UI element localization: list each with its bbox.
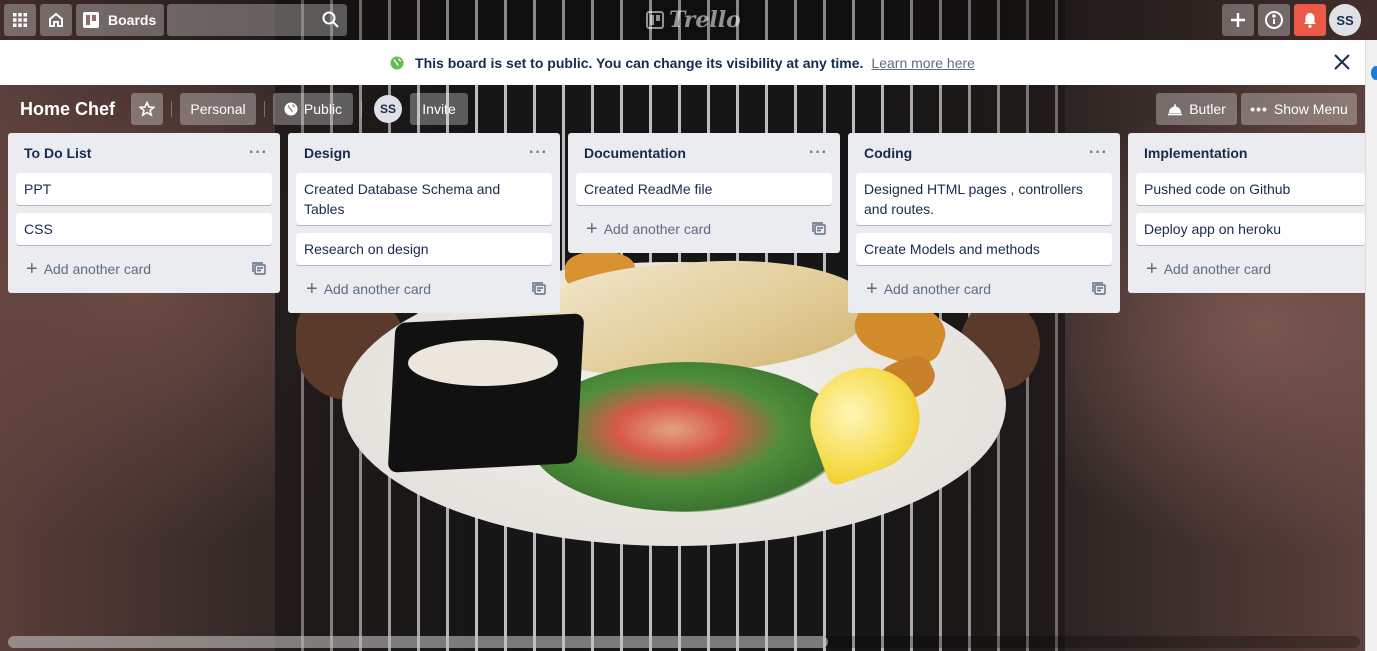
- card-template-icon[interactable]: [252, 262, 266, 276]
- plus-icon: +: [306, 278, 318, 300]
- list-header[interactable]: Documentation ···: [576, 133, 832, 173]
- list-header[interactable]: Coding ···: [856, 133, 1112, 173]
- trello-logo[interactable]: Trello: [646, 7, 741, 33]
- info-button[interactable]: [1258, 4, 1290, 36]
- card[interactable]: Pushed code on Github: [1136, 173, 1365, 205]
- butler-bell-icon: [1168, 104, 1183, 116]
- plus-icon: +: [586, 218, 598, 240]
- list-menu-icon[interactable]: ···: [1089, 145, 1108, 161]
- invite-label: Invite: [422, 101, 456, 117]
- list-title[interactable]: Documentation: [584, 145, 686, 161]
- member-avatar[interactable]: SS: [374, 95, 402, 123]
- card-template-icon[interactable]: [1092, 282, 1106, 296]
- more-dots-icon: •••: [1250, 101, 1268, 117]
- info-icon: [1265, 11, 1283, 29]
- side-panel-dot[interactable]: [1371, 66, 1377, 80]
- add-card-label: Add another card: [43, 261, 152, 277]
- add-card-button[interactable]: + Add another card: [856, 273, 1112, 305]
- banner-message: This board is set to public. You can cha…: [415, 54, 864, 71]
- board-icon: [83, 12, 99, 28]
- list-to-do: To Do List ··· PPT CSS + Add another card: [8, 133, 280, 293]
- home-icon: [49, 12, 63, 27]
- list-documentation: Documentation ··· Created ReadMe file + A…: [568, 133, 840, 253]
- card[interactable]: Deploy app on heroku: [1136, 213, 1365, 245]
- home-button[interactable]: [40, 4, 72, 36]
- add-card-label: Add another card: [323, 281, 432, 297]
- header-divider: [361, 101, 362, 117]
- side-panel-strip: [1365, 40, 1377, 651]
- star-icon: [139, 101, 155, 117]
- add-card-label: Add another card: [883, 281, 992, 297]
- user-avatar[interactable]: SS: [1329, 4, 1361, 36]
- globe-icon: [390, 56, 404, 69]
- team-label: Personal: [190, 101, 246, 117]
- butler-label: Butler: [1189, 101, 1226, 117]
- card[interactable]: Create Models and methods: [856, 233, 1112, 265]
- list-menu-icon[interactable]: ···: [529, 145, 548, 161]
- card[interactable]: Created Database Schema and Tables: [296, 173, 552, 225]
- notifications-button[interactable]: [1294, 4, 1326, 36]
- card[interactable]: Designed HTML pages , controllers and ro…: [856, 173, 1112, 225]
- list-title[interactable]: Coding: [864, 145, 912, 161]
- header-divider: [264, 101, 265, 117]
- list-header[interactable]: Design ···: [296, 133, 552, 173]
- add-card-label: Add another card: [603, 221, 712, 237]
- apps-grid-icon: [13, 13, 27, 27]
- list-header[interactable]: To Do List ···: [16, 133, 272, 173]
- list-menu-icon[interactable]: ···: [249, 145, 268, 161]
- show-menu-label: Show Menu: [1273, 101, 1348, 117]
- team-button[interactable]: Personal: [180, 93, 256, 125]
- public-board-banner: This board is set to public. You can cha…: [0, 40, 1365, 85]
- butler-button[interactable]: Butler: [1156, 93, 1237, 125]
- learn-more-link[interactable]: Learn more here: [871, 55, 975, 71]
- list-design: Design ··· Created Database Schema and T…: [288, 133, 560, 313]
- search-icon[interactable]: [321, 10, 341, 30]
- trello-logo-text: Trello: [669, 7, 741, 33]
- plus-icon: +: [26, 258, 38, 280]
- show-menu-button[interactable]: ••• Show Menu: [1241, 93, 1357, 125]
- card-template-icon[interactable]: [812, 222, 826, 236]
- list-title[interactable]: Implementation: [1144, 145, 1247, 161]
- list-header[interactable]: Implementation: [1136, 133, 1365, 173]
- list-title[interactable]: Design: [304, 145, 351, 161]
- card[interactable]: CSS: [16, 213, 272, 245]
- add-card-button[interactable]: + Add another card: [16, 253, 272, 285]
- card-template-icon[interactable]: [532, 282, 546, 296]
- plus-icon: +: [1146, 258, 1158, 280]
- horizontal-scrollbar-thumb[interactable]: [8, 636, 828, 648]
- board-title[interactable]: Home Chef: [12, 93, 123, 125]
- card[interactable]: Created ReadMe file: [576, 173, 832, 205]
- add-card-button[interactable]: + Add another card: [296, 273, 552, 305]
- search-input[interactable]: [167, 4, 347, 36]
- list-menu-icon[interactable]: ···: [809, 145, 828, 161]
- visibility-button[interactable]: Public: [273, 93, 353, 125]
- invite-button[interactable]: Invite: [410, 93, 468, 125]
- list-title[interactable]: To Do List: [24, 145, 91, 161]
- visibility-label: Public: [303, 101, 343, 117]
- boards-button[interactable]: Boards: [76, 4, 165, 36]
- globe-icon: [284, 102, 298, 116]
- top-header: Boards Trello SS: [0, 0, 1377, 40]
- trello-logo-icon: [646, 11, 664, 29]
- list-coding: Coding ··· Designed HTML pages , control…: [848, 133, 1120, 313]
- user-initials: SS: [1336, 12, 1354, 28]
- star-button[interactable]: [131, 93, 163, 125]
- add-card-button[interactable]: + Add another card: [1136, 253, 1365, 285]
- plus-icon: [1231, 13, 1245, 27]
- card[interactable]: PPT: [16, 173, 272, 205]
- add-card-label: Add another card: [1163, 261, 1272, 277]
- header-divider: [171, 101, 172, 117]
- apps-button[interactable]: [4, 4, 36, 36]
- plus-icon: +: [866, 278, 878, 300]
- boards-label: Boards: [108, 12, 157, 28]
- create-button[interactable]: [1222, 4, 1254, 36]
- list-implementation: Implementation Pushed code on Github Dep…: [1128, 133, 1365, 293]
- card[interactable]: Research on design: [296, 233, 552, 265]
- bell-icon: [1304, 13, 1316, 28]
- close-icon[interactable]: [1331, 51, 1353, 73]
- add-card-button[interactable]: + Add another card: [576, 213, 832, 245]
- member-initials: SS: [379, 102, 396, 116]
